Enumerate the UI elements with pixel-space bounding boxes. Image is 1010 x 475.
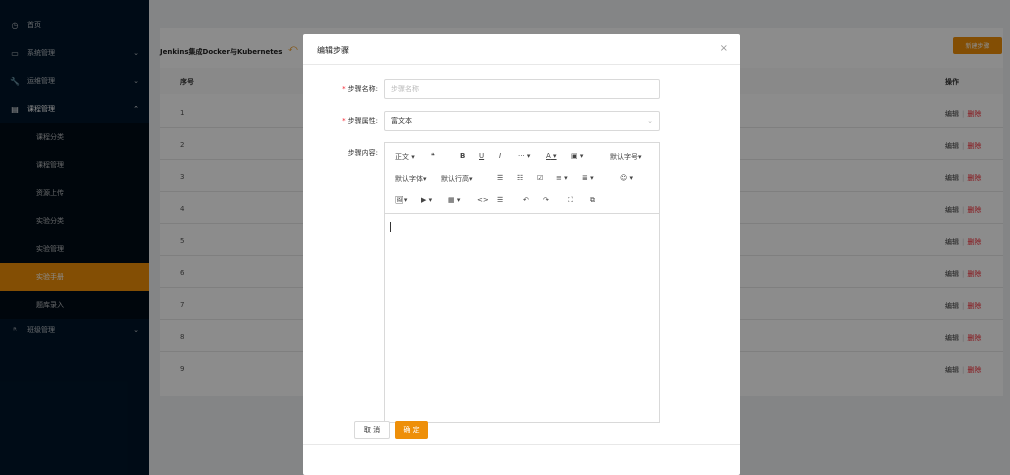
confirm-button[interactable]: 确 定: [395, 421, 428, 439]
close-icon[interactable]: ×: [720, 43, 728, 54]
font-color-icon[interactable]: A ▾: [546, 152, 557, 160]
edit-step-modal: 编辑步骤 × * 步骤名称: 步骤名称 * 步骤属性: 富文本 ⌄ 步骤内容: 正文…: [303, 34, 740, 475]
numbered-list-icon[interactable]: ☷: [517, 174, 523, 182]
code-icon[interactable]: <>: [477, 196, 489, 204]
text-cursor: [390, 222, 391, 232]
required-mark: *: [342, 117, 346, 125]
tool-label: ≣: [582, 174, 588, 182]
tool-label: 默认字号: [610, 153, 638, 161]
tool-label: ▦: [448, 196, 455, 204]
step-name-label: * 步骤名称:: [308, 84, 378, 94]
tool-label: ···: [518, 152, 525, 160]
rich-text-editor: 正文 ▾ ❝ B U I ··· ▾ A ▾ ▣ ▾ 默认字号▾ 默认字体▾ 默…: [384, 142, 660, 423]
tool-label: ≡: [556, 174, 562, 182]
selected-value: 富文本: [391, 117, 412, 125]
modal-header: 编辑步骤 ×: [303, 34, 740, 65]
tool-label: 默认行高: [441, 175, 469, 183]
background-color-icon[interactable]: ▣ ▾: [571, 152, 583, 160]
cancel-button[interactable]: 取 消: [354, 421, 390, 439]
bold-icon[interactable]: B: [460, 152, 465, 160]
editor-toolbar: 正文 ▾ ❝ B U I ··· ▾ A ▾ ▣ ▾ 默认字号▾ 默认字体▾ 默…: [385, 143, 659, 214]
tool-label: A: [546, 152, 551, 160]
chevron-down-icon: ⌄: [647, 117, 653, 125]
image-icon[interactable]: 🖼▾: [395, 196, 407, 204]
tool-label: ☺: [620, 174, 628, 182]
align-icon[interactable]: ≡ ▾: [556, 174, 568, 182]
emoji-icon[interactable]: ☺ ▾: [620, 174, 633, 182]
step-name-input[interactable]: 步骤名称: [384, 79, 660, 99]
italic-icon[interactable]: I: [499, 152, 501, 160]
modal-footer: [303, 444, 740, 475]
step-type-select[interactable]: 富文本 ⌄: [384, 111, 660, 131]
video-icon[interactable]: ▶ ▾: [421, 196, 432, 204]
more-icon[interactable]: ··· ▾: [518, 152, 530, 160]
quote-icon[interactable]: ❝: [431, 152, 435, 160]
label-text: 步骤名称:: [347, 85, 378, 93]
tool-label: ▣: [571, 152, 578, 160]
divider-icon[interactable]: ☰: [497, 196, 503, 204]
undo-icon[interactable]: ↶: [523, 196, 529, 204]
font-family-dropdown[interactable]: 默认字体▾: [395, 174, 427, 184]
copy-icon[interactable]: ⧉: [590, 196, 595, 205]
heading-dropdown[interactable]: 正文 ▾: [395, 152, 415, 162]
required-mark: *: [342, 85, 346, 93]
todo-list-icon[interactable]: ☑: [537, 174, 543, 182]
font-size-dropdown[interactable]: 默认字号▾: [610, 152, 642, 162]
step-content-label: 步骤内容:: [347, 149, 378, 157]
underline-icon[interactable]: U: [479, 152, 484, 160]
label-text: 步骤属性:: [347, 117, 378, 125]
tool-label: 默认字体: [395, 175, 423, 183]
fullscreen-icon[interactable]: ⛶: [568, 196, 573, 205]
step-type-label: * 步骤属性:: [308, 116, 378, 126]
bullet-list-icon[interactable]: ☰: [497, 174, 503, 182]
line-height-dropdown[interactable]: 默认行高▾: [441, 174, 473, 184]
indent-icon[interactable]: ≣ ▾: [582, 174, 594, 182]
modal-title: 编辑步骤: [317, 46, 349, 55]
tool-label: 正文: [395, 153, 409, 161]
redo-icon[interactable]: ↷: [543, 196, 549, 204]
tool-label: 🖼: [395, 196, 404, 204]
table-icon[interactable]: ▦ ▾: [448, 196, 460, 204]
tool-label: ▶: [421, 196, 427, 204]
